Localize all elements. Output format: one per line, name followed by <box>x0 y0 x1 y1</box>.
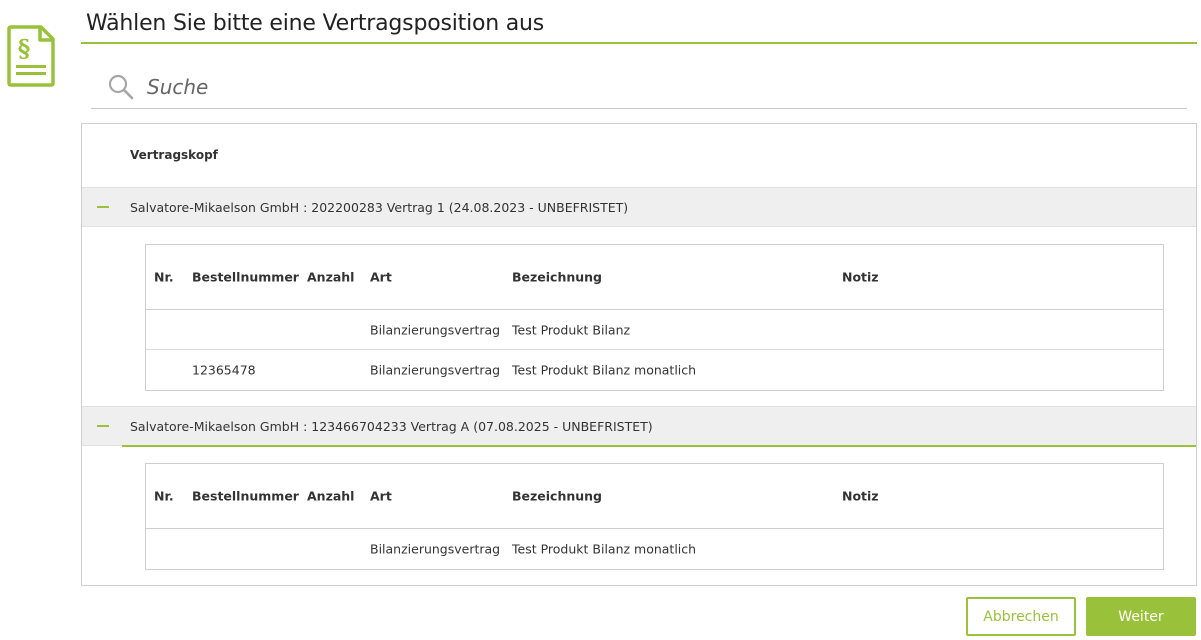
cancel-button[interactable]: Abbrechen <box>966 597 1076 636</box>
column-header-bestellnummer[interactable]: Bestellnummer <box>192 489 299 504</box>
svg-text:§: § <box>18 34 31 63</box>
search-input[interactable] <box>147 75 1047 99</box>
cell-bezeichnung: Test Produkt Bilanz <box>512 322 631 337</box>
column-header-bezeichnung[interactable]: Bezeichnung <box>512 489 602 504</box>
column-header-bezeichnung[interactable]: Bezeichnung <box>512 270 602 285</box>
column-header-art[interactable]: Art <box>370 489 392 504</box>
contract-group-row[interactable]: Salvatore-Mikaelson GmbH : 202200283 Ver… <box>82 187 1196 227</box>
page-title: Wählen Sie bitte eine Vertragsposition a… <box>86 11 545 36</box>
column-header-notiz[interactable]: Notiz <box>842 489 879 504</box>
cell-bezeichnung: Test Produkt Bilanz monatlich <box>512 362 697 378</box>
cell-art: Bilanzierungsvertrag <box>370 541 501 557</box>
cell-bezeichnung: Test Produkt Bilanz monatlich <box>512 541 697 557</box>
cell-art: Bilanzierungsvertrag <box>370 322 501 337</box>
next-button[interactable]: Weiter <box>1086 597 1196 636</box>
collapse-icon[interactable] <box>97 206 109 208</box>
column-header-bestellnummer[interactable]: Bestellnummer <box>192 270 299 285</box>
table-row[interactable]: 12365478 Bilanzierungsvertrag Test Produ… <box>146 350 1163 390</box>
table-header: Nr. Bestellnummer Anzahl Art Bezeichnung… <box>146 245 1163 310</box>
column-header-nr[interactable]: Nr. <box>154 489 174 504</box>
column-header-anzahl[interactable]: Anzahl <box>307 270 354 285</box>
column-header-nr[interactable]: Nr. <box>154 270 174 285</box>
contract-group-row[interactable]: Salvatore-Mikaelson GmbH : 123466704233 … <box>82 406 1196 447</box>
document-paragraph-icon: § <box>7 25 55 87</box>
positions-table: Nr. Bestellnummer Anzahl Art Bezeichnung… <box>145 244 1164 391</box>
search-bar <box>91 66 1187 109</box>
column-header-art[interactable]: Art <box>370 270 392 285</box>
table-header: Nr. Bestellnummer Anzahl Art Bezeichnung… <box>146 464 1163 529</box>
contract-list-panel: Vertragskopf Salvatore-Mikaelson GmbH : … <box>81 123 1197 586</box>
title-divider <box>81 42 1197 44</box>
search-icon[interactable] <box>107 73 135 101</box>
cell-art: Bilanzierungsvertrag <box>370 362 501 378</box>
table-row[interactable]: Bilanzierungsvertrag Test Produkt Bilanz… <box>146 529 1163 569</box>
contract-group-label: Salvatore-Mikaelson GmbH : 202200283 Ver… <box>130 199 629 215</box>
cell-bestellnummer: 12365478 <box>192 362 256 378</box>
list-header: Vertragskopf <box>130 148 218 162</box>
column-header-anzahl[interactable]: Anzahl <box>307 489 354 504</box>
table-row[interactable]: Bilanzierungsvertrag Test Produkt Bilanz <box>146 310 1163 350</box>
collapse-icon[interactable] <box>97 425 109 427</box>
contract-group-label: Salvatore-Mikaelson GmbH : 123466704233 … <box>130 418 653 434</box>
column-header-notiz[interactable]: Notiz <box>842 270 879 285</box>
positions-table: Nr. Bestellnummer Anzahl Art Bezeichnung… <box>145 463 1164 570</box>
